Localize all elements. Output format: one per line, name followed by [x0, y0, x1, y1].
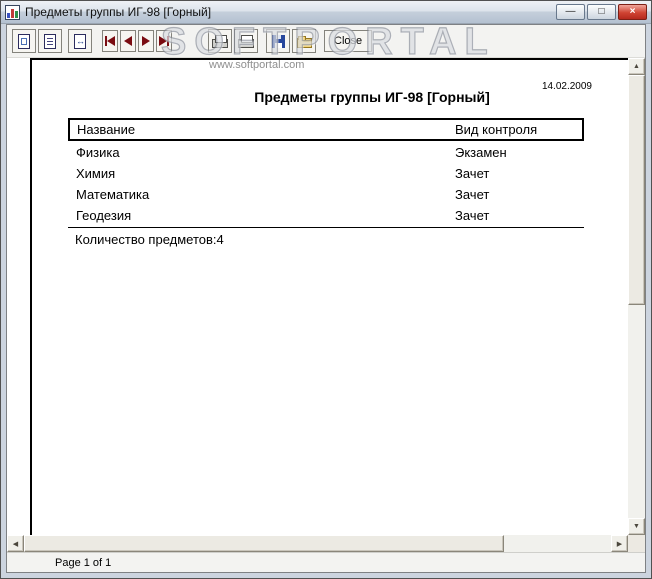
minimize-button[interactable]: —	[556, 4, 585, 20]
scroll-right-button[interactable]: ▶	[611, 535, 628, 552]
zoom-100-icon	[44, 33, 56, 49]
control-type-cell: Зачет	[455, 208, 490, 223]
report-preview-window: Предметы группы ИГ-98 [Горный] — □ × Clo…	[0, 0, 652, 579]
table-row: Математика Зачет	[68, 187, 584, 207]
zoom-100-button[interactable]	[38, 29, 62, 53]
prev-page-button[interactable]	[120, 30, 136, 52]
printer-setup-icon	[212, 34, 228, 48]
table-row: Физика Экзамен	[68, 145, 584, 165]
next-page-icon	[142, 36, 150, 46]
zoom-fit-icon	[18, 33, 30, 49]
scrollbar-corner	[628, 535, 645, 552]
save-icon	[271, 34, 285, 48]
horizontal-scrollbar[interactable]: ◀ ▶	[7, 535, 628, 552]
subject-name-cell: Геодезия	[76, 208, 132, 223]
print-icon	[238, 34, 254, 48]
scroll-left-button[interactable]: ◀	[7, 535, 24, 552]
last-page-icon	[159, 36, 167, 46]
close-window-button[interactable]: ×	[618, 4, 647, 20]
zoom-width-icon	[74, 33, 86, 49]
prev-page-icon	[124, 36, 132, 46]
vertical-scrollbar[interactable]: ▲ ▼	[628, 58, 645, 535]
next-page-button[interactable]	[138, 30, 154, 52]
load-report-button[interactable]	[292, 29, 316, 53]
control-type-cell: Зачет	[455, 187, 490, 202]
printer-setup-button[interactable]	[208, 29, 232, 53]
page-indicator: Page 1 of 1	[55, 556, 112, 569]
window-controls: — □ ×	[556, 4, 647, 20]
scroll-down-button[interactable]: ▼	[628, 518, 645, 535]
report-page-viewport: 14.02.2009 Предметы группы ИГ-98 [Горный…	[7, 58, 628, 535]
report-summary: Количество предметов:4	[75, 232, 224, 247]
close-preview-button[interactable]: Close	[324, 30, 373, 52]
titlebar[interactable]: Предметы группы ИГ-98 [Горный] — □ ×	[1, 1, 651, 24]
column-header-name: Название	[77, 122, 136, 137]
table-header-row: Название Вид контроля	[68, 118, 584, 141]
zoom-width-button[interactable]	[68, 29, 92, 53]
horizontal-scroll-thumb[interactable]	[24, 535, 504, 552]
last-page-button[interactable]	[156, 30, 172, 52]
vertical-scroll-thumb[interactable]	[628, 75, 645, 305]
control-type-cell: Экзамен	[455, 145, 507, 160]
subject-name-cell: Математика	[76, 187, 150, 202]
save-report-button[interactable]	[266, 29, 290, 53]
app-icon	[5, 4, 20, 20]
preview-area: 14.02.2009 Предметы группы ИГ-98 [Горный…	[7, 58, 645, 552]
subject-name-cell: Физика	[76, 145, 120, 160]
window-content: Close 14.02.2009 Предметы группы ИГ-98 […	[6, 24, 646, 573]
table-row: Химия Зачет	[68, 166, 584, 186]
subject-name-cell: Химия	[76, 166, 116, 181]
report-page: 14.02.2009 Предметы группы ИГ-98 [Горный…	[30, 58, 628, 535]
open-folder-icon	[296, 35, 312, 48]
print-button[interactable]	[234, 29, 258, 53]
first-page-button[interactable]	[102, 30, 118, 52]
report-title: Предметы группы ИГ-98 [Горный]	[254, 89, 490, 105]
control-type-cell: Зачет	[455, 166, 490, 181]
window-title: Предметы группы ИГ-98 [Горный]	[25, 5, 212, 19]
table-row: Геодезия Зачет	[68, 208, 584, 228]
zoom-fit-button[interactable]	[12, 29, 36, 53]
toolbar: Close	[7, 25, 645, 58]
statusbar: Page 1 of 1	[7, 552, 645, 572]
table-footer-line	[68, 227, 584, 228]
column-header-control: Вид контроля	[455, 122, 538, 137]
scroll-up-button[interactable]: ▲	[628, 58, 645, 75]
maximize-button[interactable]: □	[587, 4, 616, 20]
